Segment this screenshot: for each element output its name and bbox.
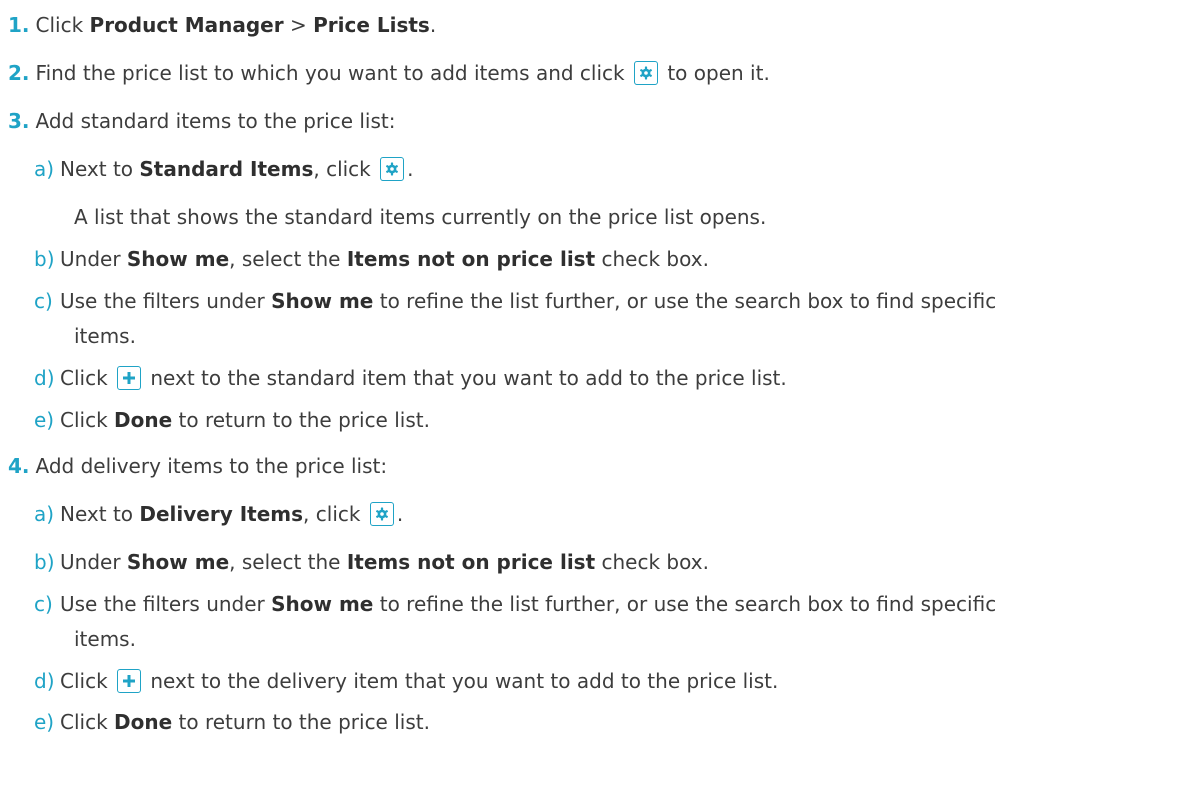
step-text: Find the price list to which you want to… [35,61,625,85]
show-me-label: Show me [126,247,230,271]
substep-4c-continued: items. [74,625,1200,653]
substep-4b: b) Under Show me, select the Items not on… [34,548,1200,576]
instruction-document: 1. Click Product Manager > Price Lists. 2… [0,0,1200,787]
substep-letter: a) [34,502,55,526]
substep-letter: b) [34,247,55,271]
substep-3a: a) Next to Standard Items, click . [34,155,1200,183]
step-text: . [429,13,437,37]
show-me-label: Show me [271,289,374,313]
substep-letter: a) [34,157,55,181]
menu-price-lists: Price Lists [313,13,430,37]
substep-text: to return to the price list. [172,710,430,734]
substep-text: Use the filters under [60,289,272,313]
step-text: Add standard items to the price list: [35,109,396,133]
substep-text: to refine the list further, or use the s… [373,289,997,313]
substep-text: Under [60,550,127,574]
substep-3e: e) Click Done to return to the price list… [34,406,1200,434]
plus-icon [117,365,142,390]
substep-text: Click [60,366,108,390]
substep-letter: b) [34,550,55,574]
result-text: A list that shows the standard items cur… [74,205,767,229]
step-text: Click [35,13,90,37]
substep-letter: e) [34,710,55,734]
substep-letter: e) [34,408,55,432]
substep-text: Click [60,669,108,693]
substep-4c: c) Use the filters under Show me to refin… [34,590,1200,618]
substep-text: Use the filters under [60,592,272,616]
step-number: 2. [8,61,30,85]
step-4: 4. Add delivery items to the price list: [8,452,1200,480]
substep-text: next to the delivery item that you want … [150,669,779,693]
step-text: Add delivery items to the price list: [35,454,388,478]
step-3: 3. Add standard items to the price list: [8,107,1200,135]
substep-text: next to the standard item that you want … [150,366,787,390]
substep-3c-continued: items. [74,322,1200,350]
substep-text: Click [60,710,115,734]
substep-text: check box. [595,247,709,271]
substep-text: , click [313,157,371,181]
substep-text: items. [74,627,136,651]
substep-text: Click [60,408,115,432]
substep-letter: d) [34,366,55,390]
plus-icon [117,668,142,693]
substep-text: Next to [60,502,140,526]
substep-3d: d) Click next to the standard item that y… [34,364,1200,392]
substep-4a: a) Next to Delivery Items, click . [34,500,1200,528]
step-number: 4. [8,454,30,478]
show-me-label: Show me [126,550,230,574]
menu-product-manager: Product Manager [89,13,284,37]
substep-text: . [396,502,404,526]
substep-4e: e) Click Done to return to the price list… [34,708,1200,736]
items-not-on-price-list-label: Items not on price list [346,550,596,574]
gear-icon [380,156,405,181]
substep-text: check box. [595,550,709,574]
step-2: 2. Find the price list to which you want … [8,59,1200,87]
step-1: 1. Click Product Manager > Price Lists. [8,11,1200,39]
substep-3a-result: A list that shows the standard items cur… [74,203,1200,231]
done-label: Done [114,710,173,734]
substep-text: , select the [229,550,347,574]
substep-text: to return to the price list. [172,408,430,432]
items-not-on-price-list-label: Items not on price list [346,247,596,271]
step-text: > [283,13,314,37]
gear-icon [633,60,658,85]
substep-text: Next to [60,157,140,181]
step-text: to open it. [667,61,770,85]
substep-text: . [407,157,414,181]
substep-text: to refine the list further, or use the s… [373,592,997,616]
substep-3b: b) Under Show me, select the Items not on… [34,245,1200,273]
substep-letter: c) [34,592,53,616]
substep-3c: c) Use the filters under Show me to refin… [34,287,1200,315]
substep-4d: d) Click next to the delivery item that y… [34,667,1200,695]
substep-text: , select the [229,247,347,271]
gear-icon [369,501,394,526]
delivery-items-label: Delivery Items [139,502,304,526]
step-number: 1. [8,13,30,37]
show-me-label: Show me [271,592,374,616]
standard-items-label: Standard Items [139,157,314,181]
substep-letter: c) [34,289,53,313]
substep-letter: d) [34,669,55,693]
substep-text: , click [303,502,361,526]
substep-text: Under [60,247,127,271]
substep-text: items. [74,324,136,348]
done-label: Done [114,408,173,432]
step-number: 3. [8,109,30,133]
